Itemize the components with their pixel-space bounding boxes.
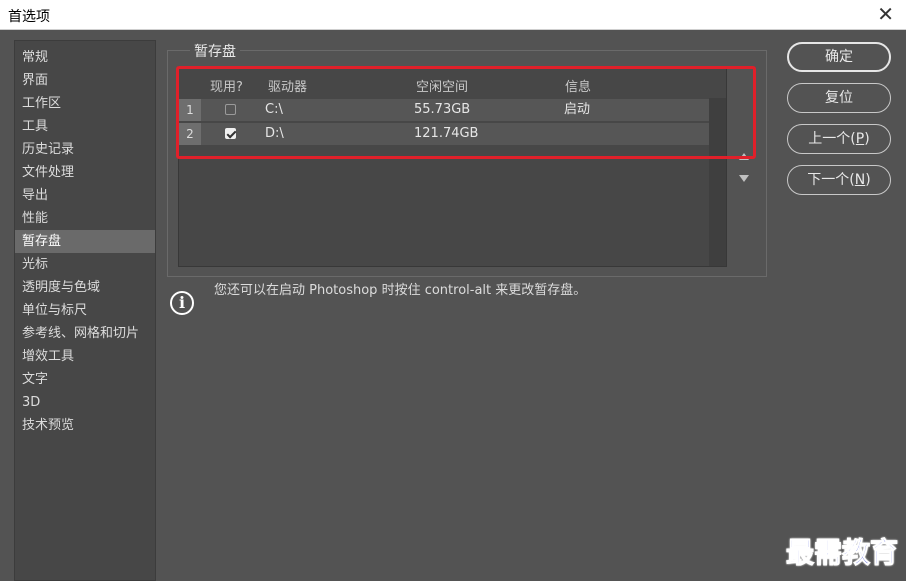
reset-button[interactable]: 复位 <box>787 83 891 113</box>
prev-label-end: ) <box>864 131 870 147</box>
ok-button[interactable]: 确定 <box>787 42 891 72</box>
sidebar-item-tools[interactable]: 工具 <box>15 115 155 138</box>
sidebar-item-units-rulers[interactable]: 单位与标尺 <box>15 299 155 322</box>
prev-shortcut: P <box>855 131 865 147</box>
sidebar-item-export[interactable]: 导出 <box>15 184 155 207</box>
watermark-logo: 最需教育 <box>785 536 898 570</box>
next-label-end: ) <box>865 172 871 188</box>
next-shortcut: N <box>854 172 866 188</box>
window-title: 首选项 <box>8 9 50 25</box>
sidebar-item-general[interactable]: 常规 <box>15 46 155 69</box>
group-legend: 暂存盘 <box>190 41 240 61</box>
highlight-annotation <box>176 66 756 159</box>
scratch-hint: 您还可以在启动 Photoshop 时按住 control-alt 来更改暂存盘… <box>214 283 587 298</box>
next-label: 下一个( <box>807 172 855 188</box>
sidebar-item-interface[interactable]: 界面 <box>15 69 155 92</box>
close-icon[interactable]: ✕ <box>877 2 894 26</box>
sidebar-item-file-handling[interactable]: 文件处理 <box>15 161 155 184</box>
sidebar-item-plugins[interactable]: 增效工具 <box>15 345 155 368</box>
sidebar-item-guides-grid[interactable]: 参考线、网格和切片 <box>15 322 155 345</box>
sidebar: 常规 界面 工作区 工具 历史记录 文件处理 导出 性能 暂存盘 光标 透明度与… <box>14 40 156 581</box>
sidebar-item-workspace[interactable]: 工作区 <box>15 92 155 115</box>
sidebar-item-type[interactable]: 文字 <box>15 368 155 391</box>
sidebar-item-3d[interactable]: 3D <box>15 391 155 414</box>
next-button[interactable]: 下一个(N) <box>787 165 891 195</box>
sidebar-item-cursors[interactable]: 光标 <box>15 253 155 276</box>
sidebar-item-transparency[interactable]: 透明度与色域 <box>15 276 155 299</box>
move-down-arrow-icon[interactable] <box>739 175 749 182</box>
title-bar: 首选项 ✕ <box>0 0 906 30</box>
sidebar-item-performance[interactable]: 性能 <box>15 207 155 230</box>
prev-label: 上一个( <box>808 131 856 147</box>
info-icon: i <box>170 291 194 315</box>
sidebar-item-scratch-disks[interactable]: 暂存盘 <box>15 230 155 253</box>
prev-button[interactable]: 上一个(P) <box>787 124 891 154</box>
sidebar-item-tech-preview[interactable]: 技术预览 <box>15 414 155 437</box>
sidebar-item-history[interactable]: 历史记录 <box>15 138 155 161</box>
